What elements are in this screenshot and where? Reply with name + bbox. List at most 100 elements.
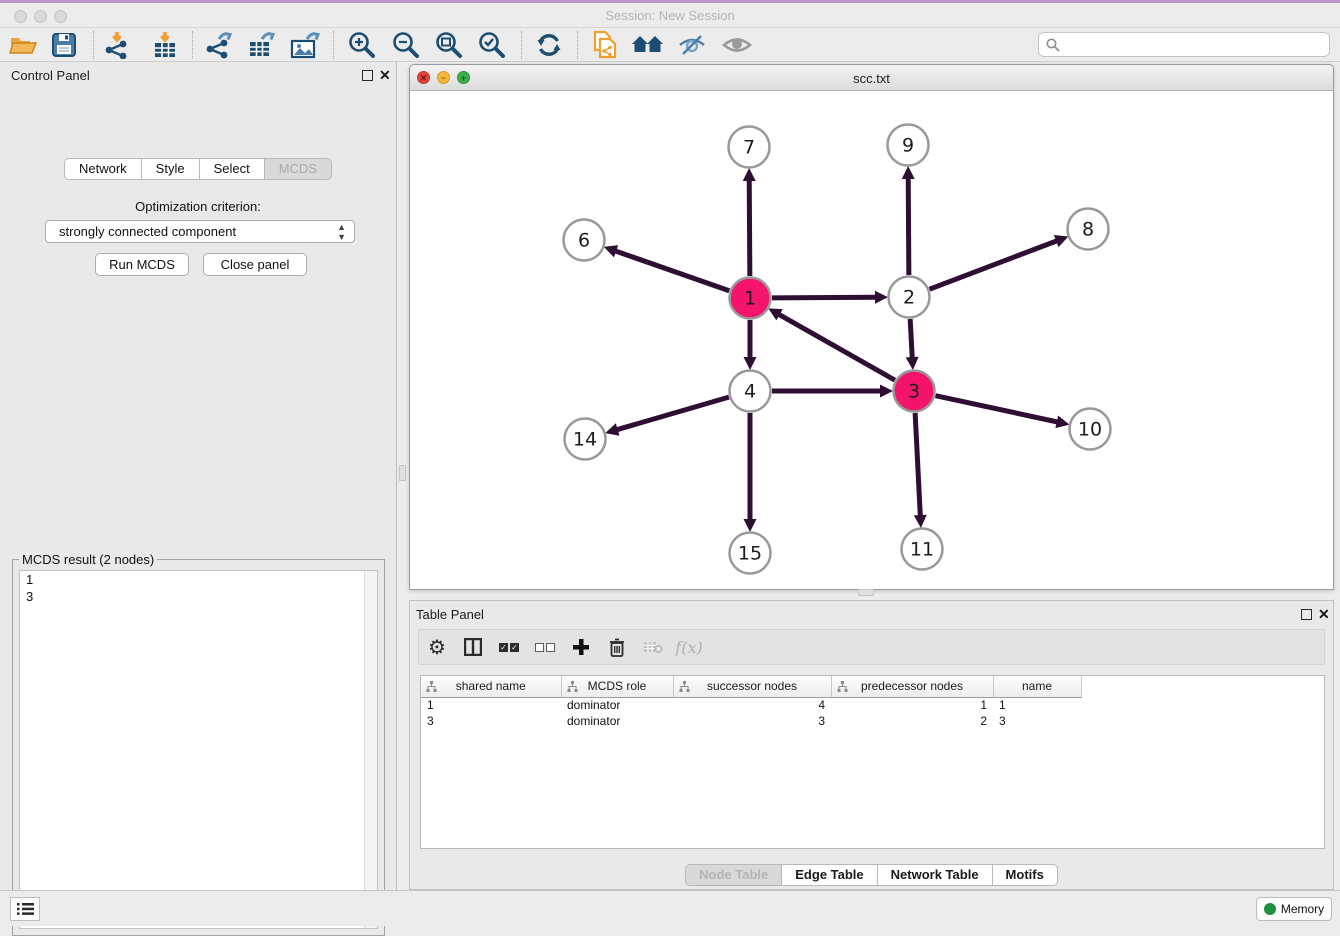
graph-edge[interactable] — [908, 177, 909, 275]
memory-button[interactable]: Memory — [1256, 897, 1332, 921]
mcds-result-list[interactable]: 1 3 — [19, 570, 378, 929]
import-network-button[interactable] — [100, 30, 134, 60]
cell-predecessor-nodes[interactable]: 2 — [831, 713, 993, 729]
tab-network[interactable]: Network — [64, 158, 142, 180]
attribute-icon — [837, 681, 848, 695]
close-table-panel-icon[interactable]: ✕ — [1318, 606, 1330, 623]
create-column-button[interactable] — [563, 630, 599, 664]
table-row[interactable]: 3 dominator 3 2 3 — [421, 713, 1081, 729]
splitter-grip[interactable] — [399, 465, 406, 481]
float-panel-icon[interactable] — [362, 70, 373, 81]
cell-successor-nodes[interactable]: 3 — [673, 713, 831, 729]
cell-name[interactable]: 1 — [993, 697, 1081, 713]
search-input[interactable] — [1060, 34, 1329, 55]
graph-edge[interactable] — [749, 179, 750, 276]
mcds-result-item[interactable]: 3 — [20, 588, 377, 605]
export-network-icon — [204, 31, 232, 59]
horizontal-splitter-grip[interactable] — [858, 589, 874, 596]
application-window: Session: New Session — [0, 0, 1340, 926]
float-table-panel-icon[interactable] — [1301, 609, 1312, 620]
graph-edge[interactable] — [614, 251, 729, 291]
show-columns-button[interactable] — [455, 630, 491, 664]
tab-node-table[interactable]: Node Table — [685, 864, 782, 886]
home-button[interactable] — [631, 30, 665, 60]
zoom-in-button[interactable] — [345, 30, 379, 60]
toolbar-separator — [192, 31, 193, 59]
zoom-fit-button[interactable] — [432, 30, 466, 60]
column-header-mcds-role[interactable]: MCDS role — [561, 676, 673, 697]
save-session-button[interactable] — [47, 30, 81, 60]
cell-predecessor-nodes[interactable]: 1 — [831, 697, 993, 713]
cell-name[interactable]: 3 — [993, 713, 1081, 729]
table-tabs: Node Table Edge Table Network Table Moti… — [410, 864, 1333, 886]
memory-label: Memory — [1281, 902, 1324, 916]
graph-edge[interactable] — [616, 397, 729, 430]
column-header-name[interactable]: name — [993, 676, 1081, 697]
unselect-all-columns-button[interactable] — [527, 630, 563, 664]
graph-edge-arrowhead — [743, 168, 756, 181]
column-header-predecessor-nodes[interactable]: predecessor nodes — [831, 676, 993, 697]
graph-edge[interactable] — [778, 314, 895, 380]
table-settings-button[interactable]: ⚙ — [419, 630, 455, 664]
graph-edge-arrowhead — [914, 515, 927, 528]
tab-edge-table[interactable]: Edge Table — [782, 864, 877, 886]
refresh-button[interactable] — [532, 30, 566, 60]
tab-network-table[interactable]: Network Table — [878, 864, 993, 886]
zoom-selected-button[interactable] — [475, 30, 509, 60]
panel-splitter[interactable] — [397, 62, 409, 890]
tab-select[interactable]: Select — [200, 158, 265, 180]
column-header-successor-nodes[interactable]: successor nodes — [673, 676, 831, 697]
duplicate-network-button[interactable] — [588, 30, 622, 60]
table-header-row: shared name MCDS role successor nodes pr… — [421, 676, 1081, 697]
criterion-dropdown[interactable]: strongly connected component ▲▼ — [45, 220, 355, 243]
column-header-shared-name[interactable]: shared name — [421, 676, 561, 697]
function-builder-button[interactable]: f(x) — [671, 630, 707, 664]
graph-canvas[interactable]: 7968124314101511 — [410, 91, 1333, 589]
tab-style[interactable]: Style — [142, 158, 200, 180]
cell-shared-name[interactable]: 1 — [421, 697, 561, 713]
run-mcds-button[interactable]: Run MCDS — [95, 253, 189, 276]
cell-successor-nodes[interactable]: 4 — [673, 697, 831, 713]
tab-mcds[interactable]: MCDS — [265, 158, 332, 180]
graph-node-label: 8 — [1082, 219, 1094, 241]
search-field[interactable] — [1038, 32, 1330, 57]
cell-shared-name[interactable]: 3 — [421, 713, 561, 729]
graph-edge-arrowhead — [875, 291, 888, 304]
toolbar-separator — [93, 31, 94, 59]
main-titlebar: Session: New Session — [0, 3, 1340, 28]
mcds-result-item[interactable]: 1 — [20, 571, 377, 588]
tab-motifs[interactable]: Motifs — [993, 864, 1058, 886]
graph-node-label: 1 — [744, 288, 756, 310]
graph-edge[interactable] — [910, 319, 912, 359]
delete-table-button[interactable] — [635, 630, 671, 664]
graph-edge[interactable] — [936, 396, 1059, 423]
hide-details-button[interactable] — [675, 30, 709, 60]
network-window-titlebar[interactable]: ✕ − + scc.txt — [410, 65, 1333, 91]
export-table-button[interactable] — [244, 30, 278, 60]
criterion-value: strongly connected component — [59, 224, 236, 239]
task-history-button[interactable] — [10, 897, 40, 921]
mcds-result-group: MCDS result (2 nodes) 1 3 — [12, 552, 385, 936]
node-table[interactable]: shared name MCDS role successor nodes pr… — [420, 675, 1325, 849]
zoom-out-icon — [392, 31, 420, 59]
graph-edge[interactable] — [915, 413, 920, 517]
result-scrollbar[interactable] — [364, 571, 377, 928]
show-details-button[interactable] — [720, 30, 754, 60]
cell-mcds-role[interactable]: dominator — [561, 713, 673, 729]
import-table-button[interactable] — [148, 30, 182, 60]
cell-mcds-role[interactable]: dominator — [561, 697, 673, 713]
close-panel-button[interactable]: Close panel — [203, 253, 307, 276]
table-row[interactable]: 1 dominator 4 1 1 — [421, 697, 1081, 713]
open-session-button[interactable] — [6, 30, 40, 60]
close-panel-icon[interactable]: ✕ — [379, 67, 391, 84]
select-all-columns-button[interactable]: ✓✓ — [491, 630, 527, 664]
graph-node-label: 10 — [1078, 419, 1102, 441]
export-network-button[interactable] — [201, 30, 235, 60]
export-image-button[interactable] — [288, 30, 322, 60]
graph-edge[interactable] — [930, 240, 1059, 289]
delete-column-button[interactable] — [599, 630, 635, 664]
zoom-out-button[interactable] — [389, 30, 423, 60]
graph-edge[interactable] — [772, 297, 877, 298]
import-network-icon — [103, 31, 131, 59]
zoom-fit-icon — [435, 31, 463, 59]
